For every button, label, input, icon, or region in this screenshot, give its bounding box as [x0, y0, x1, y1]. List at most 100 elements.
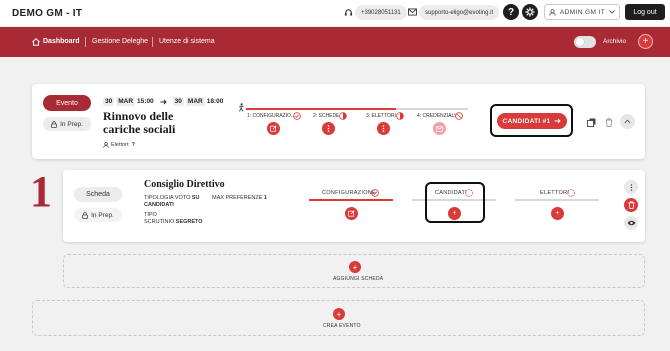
- nav-item-dashboard[interactable]: Dashboard: [43, 38, 80, 45]
- add-ballot-label: AGGIUNGI SCHEDA: [333, 276, 384, 282]
- add-elector-button[interactable]: +: [551, 207, 564, 220]
- collapse-button[interactable]: [620, 114, 635, 129]
- stepper-track: [396, 108, 468, 110]
- person-icon: [103, 142, 109, 148]
- step-3-text: 3: ELETTORI: [366, 113, 396, 119]
- plus-icon: +: [452, 210, 457, 217]
- more-vertical-icon: [327, 125, 330, 132]
- chevron-down-icon: [609, 10, 615, 14]
- plus-icon: +: [642, 36, 649, 47]
- help-icon: ?: [507, 6, 515, 18]
- end-month: MAR: [185, 97, 205, 106]
- nav-separator: [85, 37, 86, 47]
- create-event-button[interactable]: +: [333, 308, 345, 320]
- nav-separator: [152, 37, 153, 47]
- step-3-menu-button[interactable]: [377, 122, 390, 135]
- add-button[interactable]: +: [638, 34, 653, 49]
- copy-icon: [586, 118, 596, 127]
- half-circle-icon: [339, 112, 347, 120]
- step-1-edit-button[interactable]: [267, 122, 280, 135]
- brand-title: DEMO GM - IT: [12, 8, 83, 19]
- step-4-text: 4: CREDENZIALI: [417, 113, 456, 119]
- col-configurazione-label: CONFIGURAZIONE: [322, 190, 377, 196]
- help-button[interactable]: ?: [503, 4, 519, 20]
- mail-icon: [436, 125, 443, 132]
- phone-pill[interactable]: +39028051131: [355, 5, 407, 20]
- col-elettori-bar: [515, 199, 599, 201]
- edit-icon: [270, 125, 277, 132]
- headset-icon: [344, 8, 353, 17]
- step-2-label: 2: SCHEDE: [313, 113, 339, 119]
- half-circle-icon: [396, 112, 404, 120]
- duplicate-button[interactable]: [584, 115, 598, 129]
- archivio-label: Archivio: [603, 38, 627, 45]
- ballot-status-badge: In Prep.: [74, 208, 122, 222]
- check-circle-icon: [293, 112, 301, 120]
- lock-icon: [82, 211, 88, 219]
- ballot-delete-button[interactable]: [624, 198, 638, 212]
- event-status-text: In Prep.: [60, 120, 83, 128]
- plus-icon: +: [352, 262, 358, 272]
- user-menu-button[interactable]: ADMIN GM IT: [544, 4, 620, 20]
- ballot-title: Consiglio Direttivo: [144, 179, 225, 190]
- add-ballot-button[interactable]: +: [349, 261, 361, 273]
- more-vertical-icon: [382, 125, 385, 132]
- step-4-mail-button[interactable]: [433, 122, 446, 135]
- edit-icon: [348, 210, 355, 217]
- step-1-label: 1: CONFIGURAZIO...: [247, 113, 295, 119]
- delete-button[interactable]: [602, 115, 616, 129]
- plus-icon: +: [555, 210, 560, 217]
- col-configurazione-bar: [309, 199, 393, 201]
- candidates-button-label: CANDIDATI #1: [502, 117, 551, 125]
- max-pref-value: 1: [263, 195, 268, 201]
- user-name: ADMIN GM IT: [559, 8, 606, 16]
- step-2-menu-button[interactable]: [322, 122, 335, 135]
- gear-icon: [525, 7, 535, 17]
- chevron-up-icon: [624, 119, 631, 124]
- ballot-menu-button[interactable]: [624, 180, 638, 194]
- home-icon: [32, 38, 40, 46]
- settings-button[interactable]: [522, 4, 538, 20]
- eye-icon: [627, 220, 636, 226]
- ballot-config-edit-button[interactable]: [345, 207, 358, 220]
- plus-icon: +: [336, 309, 342, 319]
- add-candidate-button[interactable]: +: [448, 207, 461, 220]
- create-event-label: CREA EVENTO: [323, 323, 361, 329]
- nav-item-gestione-deleghe[interactable]: Gestione Deleghe: [92, 38, 148, 45]
- main-nav: Dashboard Gestione Deleghe Utenze di sis…: [0, 27, 670, 57]
- user-icon: [549, 8, 556, 16]
- arrow-right-icon: [160, 99, 167, 105]
- step-4-label: 4: CREDENZIALI: [417, 113, 456, 119]
- event-title: Rinnovo delle cariche sociali: [103, 110, 175, 136]
- nav-item-utenze[interactable]: Utenze di sistema: [159, 38, 215, 45]
- email-text: supporto-eligo@evoting.it: [425, 9, 494, 16]
- start-month: MAR: [116, 97, 136, 106]
- trash-icon: [627, 201, 635, 209]
- ballot-preview-button[interactable]: [624, 216, 638, 230]
- email-pill[interactable]: supporto-eligo@evoting.it: [419, 5, 500, 20]
- toggle-knob: [576, 38, 584, 46]
- end-time: 18:00: [206, 98, 224, 105]
- logout-button[interactable]: Log out: [625, 4, 665, 20]
- top-bar: DEMO GM - IT +39028051131 supporto-eligo…: [0, 0, 670, 26]
- archivio-toggle[interactable]: [574, 36, 596, 48]
- ballot-number: 1: [30, 167, 52, 216]
- phone-text: +39028051131: [361, 9, 401, 16]
- vote-type-info: TIPOLOGIA VOTO SU CANDIDATI: [144, 195, 200, 208]
- event-title-line2: cariche sociali: [103, 122, 176, 136]
- arrow-right-icon: [554, 118, 562, 124]
- candidates-button[interactable]: CANDIDATI #1: [497, 113, 567, 129]
- ballot-status-text: In Prep.: [91, 211, 114, 219]
- scrutiny-value: SEGRETO: [175, 218, 203, 225]
- event-status-badge: In Prep.: [43, 117, 91, 131]
- electors-label: Elettori:: [111, 142, 130, 148]
- lock-icon: [51, 120, 57, 128]
- pending-circle-icon: [567, 189, 575, 197]
- ballot-type-badge: Scheda: [74, 187, 122, 202]
- end-day: 30: [172, 97, 184, 106]
- vote-type-value: SU: [191, 195, 200, 201]
- scrutiny-info: TIPO SCRUTINIO SEGRETO: [144, 212, 203, 225]
- step-3-label: 3: ELETTORI: [366, 113, 396, 119]
- vote-type-label: TIPOLOGIA VOTO: [144, 195, 191, 201]
- start-time: 15:00: [137, 98, 154, 105]
